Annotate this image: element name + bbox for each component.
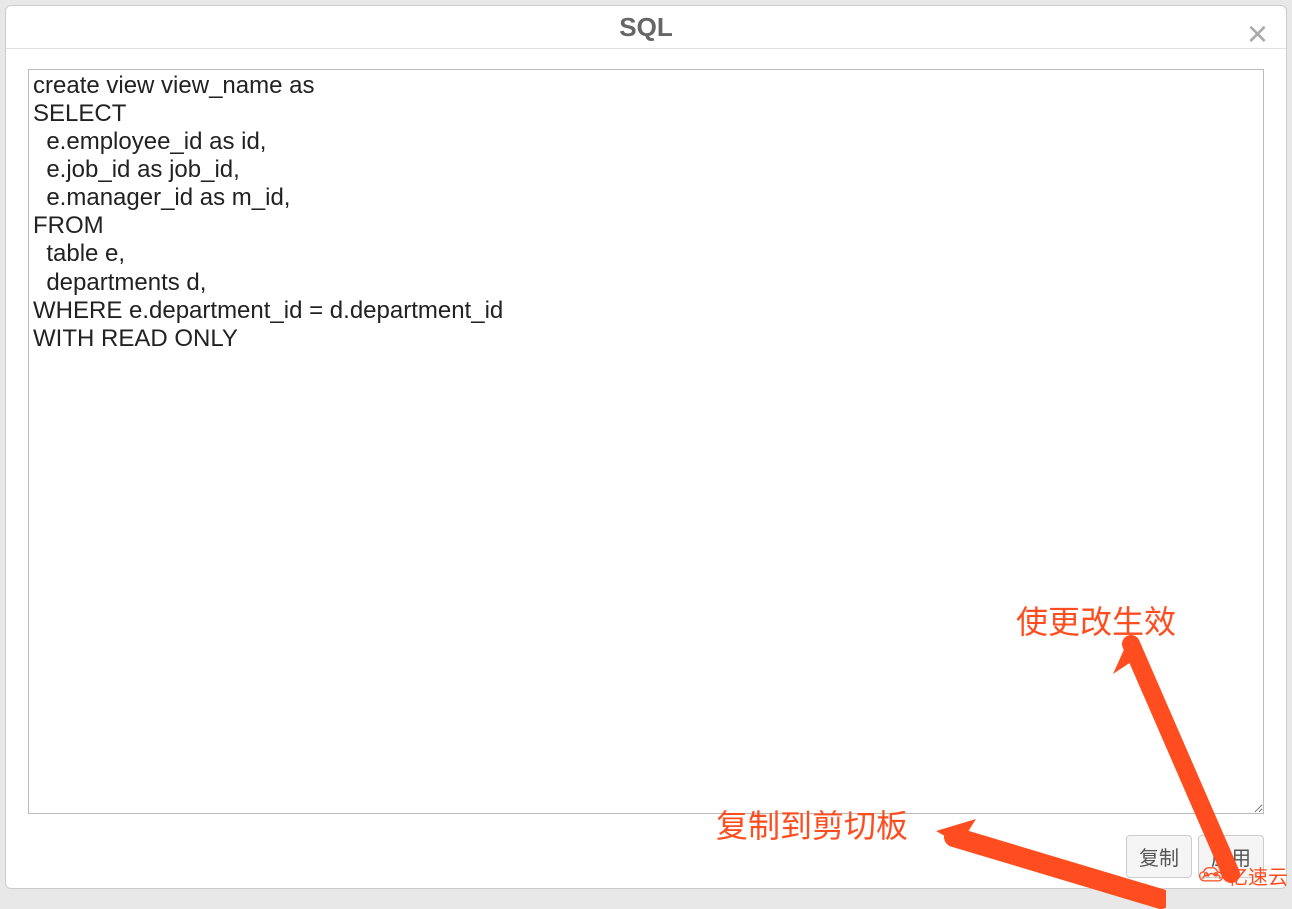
copy-button[interactable]: 复制 [1126,835,1192,878]
modal-header: SQL × [6,6,1286,49]
modal-body: 使更改生效 复制到剪切板 [6,49,1286,829]
sql-textarea[interactable] [28,69,1264,814]
close-button[interactable]: × [1247,16,1268,52]
modal-title: SQL [619,12,672,43]
modal-footer: 复制 应用 [6,829,1286,888]
apply-button[interactable]: 应用 [1198,835,1264,878]
sql-modal: SQL × 使更改生效 复制到剪切板 复制 应用 [5,5,1287,889]
